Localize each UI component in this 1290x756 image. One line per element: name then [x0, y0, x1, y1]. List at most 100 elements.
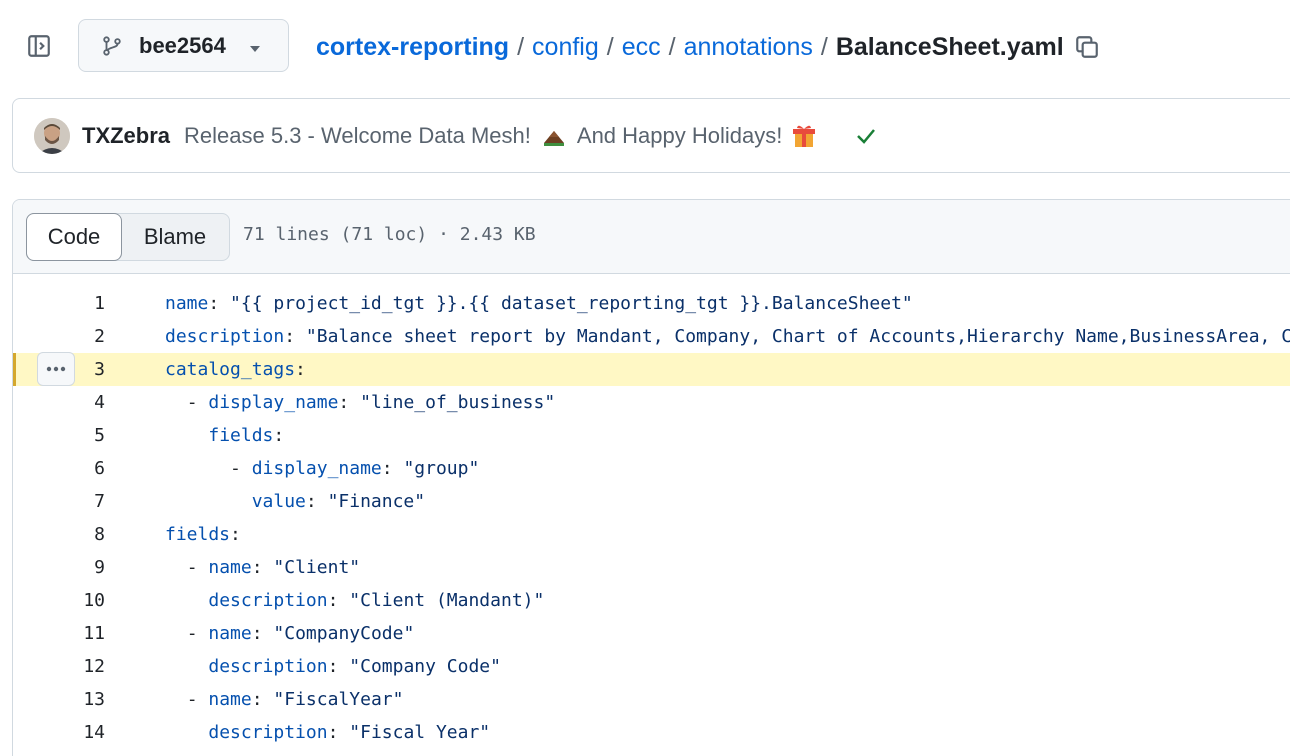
yaml-value: "Balance sheet report by Mandant, Compan…: [305, 326, 1290, 347]
code-line[interactable]: 4 - display_name: "line_of_business": [13, 386, 1290, 419]
yaml-colon: :: [251, 557, 274, 578]
yaml-key: fields: [208, 425, 274, 446]
code-line[interactable]: 1 name: "{{ project_id_tgt }}.{{ dataset_…: [13, 287, 1290, 320]
code-text: - name: "Client": [165, 557, 360, 578]
yaml-value: "line_of_business": [360, 392, 556, 413]
yaml-key: name: [208, 689, 252, 710]
yaml-colon: :: [284, 326, 306, 347]
yaml-colon: :: [327, 590, 350, 611]
yaml-colon: :: [251, 689, 274, 710]
tab-blame[interactable]: Blame: [121, 214, 229, 260]
yaml-value: "Fiscal Year": [349, 722, 491, 743]
line-number[interactable]: 4: [45, 392, 105, 413]
yaml-value: "Company Code": [349, 656, 501, 677]
yaml-key: description: [208, 722, 328, 743]
line-number[interactable]: 9: [45, 557, 105, 578]
list-dash: -: [230, 458, 252, 479]
line-number[interactable]: 2: [45, 326, 105, 347]
branch-name: bee2564: [139, 32, 226, 58]
yaml-key: catalog_tags: [165, 359, 296, 380]
yaml-colon: :: [305, 491, 328, 512]
file-meta-info: 71 lines (71 loc) · 2.43 KB: [243, 224, 536, 245]
code-line[interactable]: 7 value: "Finance": [13, 485, 1290, 518]
line-number[interactable]: 6: [45, 458, 105, 479]
copy-icon[interactable]: [1074, 33, 1102, 61]
list-dash: -: [186, 557, 209, 578]
line-number[interactable]: 10: [45, 590, 105, 611]
yaml-value: "{{ project_id_tgt }}.{{ dataset_reporti…: [230, 293, 913, 314]
list-dash: -: [186, 689, 209, 710]
breadcrumb-repo-link[interactable]: cortex-reporting: [316, 33, 509, 62]
code-line[interactable]: 8 fields:: [13, 518, 1290, 551]
breadcrumb-current-file: BalanceSheet.yaml: [835, 32, 1064, 61]
code-line[interactable]: 2 description: "Balance sheet report by M…: [13, 320, 1290, 353]
breadcrumb-dir-ecc[interactable]: ecc: [622, 33, 661, 62]
code-text: name: "{{ project_id_tgt }}.{{ dataset_r…: [165, 293, 913, 314]
line-number[interactable]: 5: [45, 425, 105, 446]
code-line[interactable]: 11 - name: "CompanyCode": [13, 617, 1290, 650]
code-line[interactable]: 5 fields:: [13, 419, 1290, 452]
yaml-key: description: [208, 590, 328, 611]
line-number[interactable]: 12: [45, 656, 105, 677]
yaml-colon: :: [208, 293, 231, 314]
code-line[interactable]: 12 description: "Company Code": [13, 650, 1290, 683]
line-number[interactable]: 7: [45, 491, 105, 512]
code-line[interactable]: 6 - display_name: "group": [13, 452, 1290, 485]
tab-code[interactable]: Code: [26, 213, 122, 261]
code-text: - display_name: "group": [165, 458, 479, 479]
breadcrumb-separator: /: [606, 32, 614, 61]
code-line[interactable]: 10 description: "Client (Mandant)": [13, 584, 1290, 617]
code-line[interactable]: 13 - name: "FiscalYear": [13, 683, 1290, 716]
commit-message-part2: And Happy Holidays!: [576, 122, 783, 148]
breadcrumb-separator: /: [517, 32, 525, 61]
breadcrumb-dir-annotations[interactable]: annotations: [684, 33, 813, 62]
code-listing[interactable]: 1 name: "{{ project_id_tgt }}.{{ dataset_…: [13, 287, 1290, 749]
list-dash: -: [186, 623, 209, 644]
code-text: - name: "CompanyCode": [165, 623, 415, 644]
yaml-key: fields: [165, 524, 231, 545]
avatar[interactable]: [34, 117, 70, 154]
yaml-colon: :: [381, 458, 404, 479]
line-number[interactable]: 14: [45, 722, 105, 743]
yaml-colon: :: [295, 359, 306, 380]
code-text: fields:: [165, 524, 241, 545]
yaml-colon: :: [338, 392, 361, 413]
code-text: fields:: [165, 425, 284, 446]
yaml-value: "CompanyCode": [273, 623, 415, 644]
line-number[interactable]: 13: [45, 689, 105, 710]
commit-author-link[interactable]: TXZebra: [82, 123, 170, 149]
line-number[interactable]: 1: [45, 293, 105, 314]
yaml-colon: :: [273, 425, 285, 446]
commit-message-part1: Release 5.3 - Welcome Data Mesh!: [184, 122, 531, 148]
yaml-key: display_name: [251, 458, 382, 479]
yaml-key: name: [208, 623, 252, 644]
code-line[interactable]: 3 catalog_tags:: [13, 352, 1290, 386]
branch-selector-button[interactable]: bee2564: [78, 19, 289, 72]
commit-message-link[interactable]: Release 5.3 - Welcome Data Mesh! And Hap…: [184, 123, 828, 149]
line-number[interactable]: 3: [45, 359, 105, 380]
yaml-key: description: [208, 656, 328, 677]
gift-icon: [792, 123, 818, 149]
code-text: value: "Finance": [165, 491, 425, 512]
yaml-value: "Client": [273, 557, 361, 578]
file-viewer: Code Blame 71 lines (71 loc) · 2.43 KB 1…: [12, 199, 1290, 756]
cake-icon: [541, 123, 567, 149]
sidebar-expand-icon[interactable]: [24, 31, 54, 61]
yaml-value: "group": [403, 458, 480, 479]
code-line[interactable]: 14 description: "Fiscal Year": [13, 716, 1290, 749]
breadcrumb-dir-config[interactable]: config: [532, 33, 599, 62]
yaml-value: "Client (Mandant)": [349, 590, 545, 611]
code-line[interactable]: 9 - name: "Client": [13, 551, 1290, 584]
yaml-key: name: [165, 293, 209, 314]
check-icon[interactable]: [854, 124, 878, 148]
code-text: - display_name: "line_of_business": [165, 392, 556, 413]
line-number[interactable]: 11: [45, 623, 105, 644]
line-number[interactable]: 8: [45, 524, 105, 545]
